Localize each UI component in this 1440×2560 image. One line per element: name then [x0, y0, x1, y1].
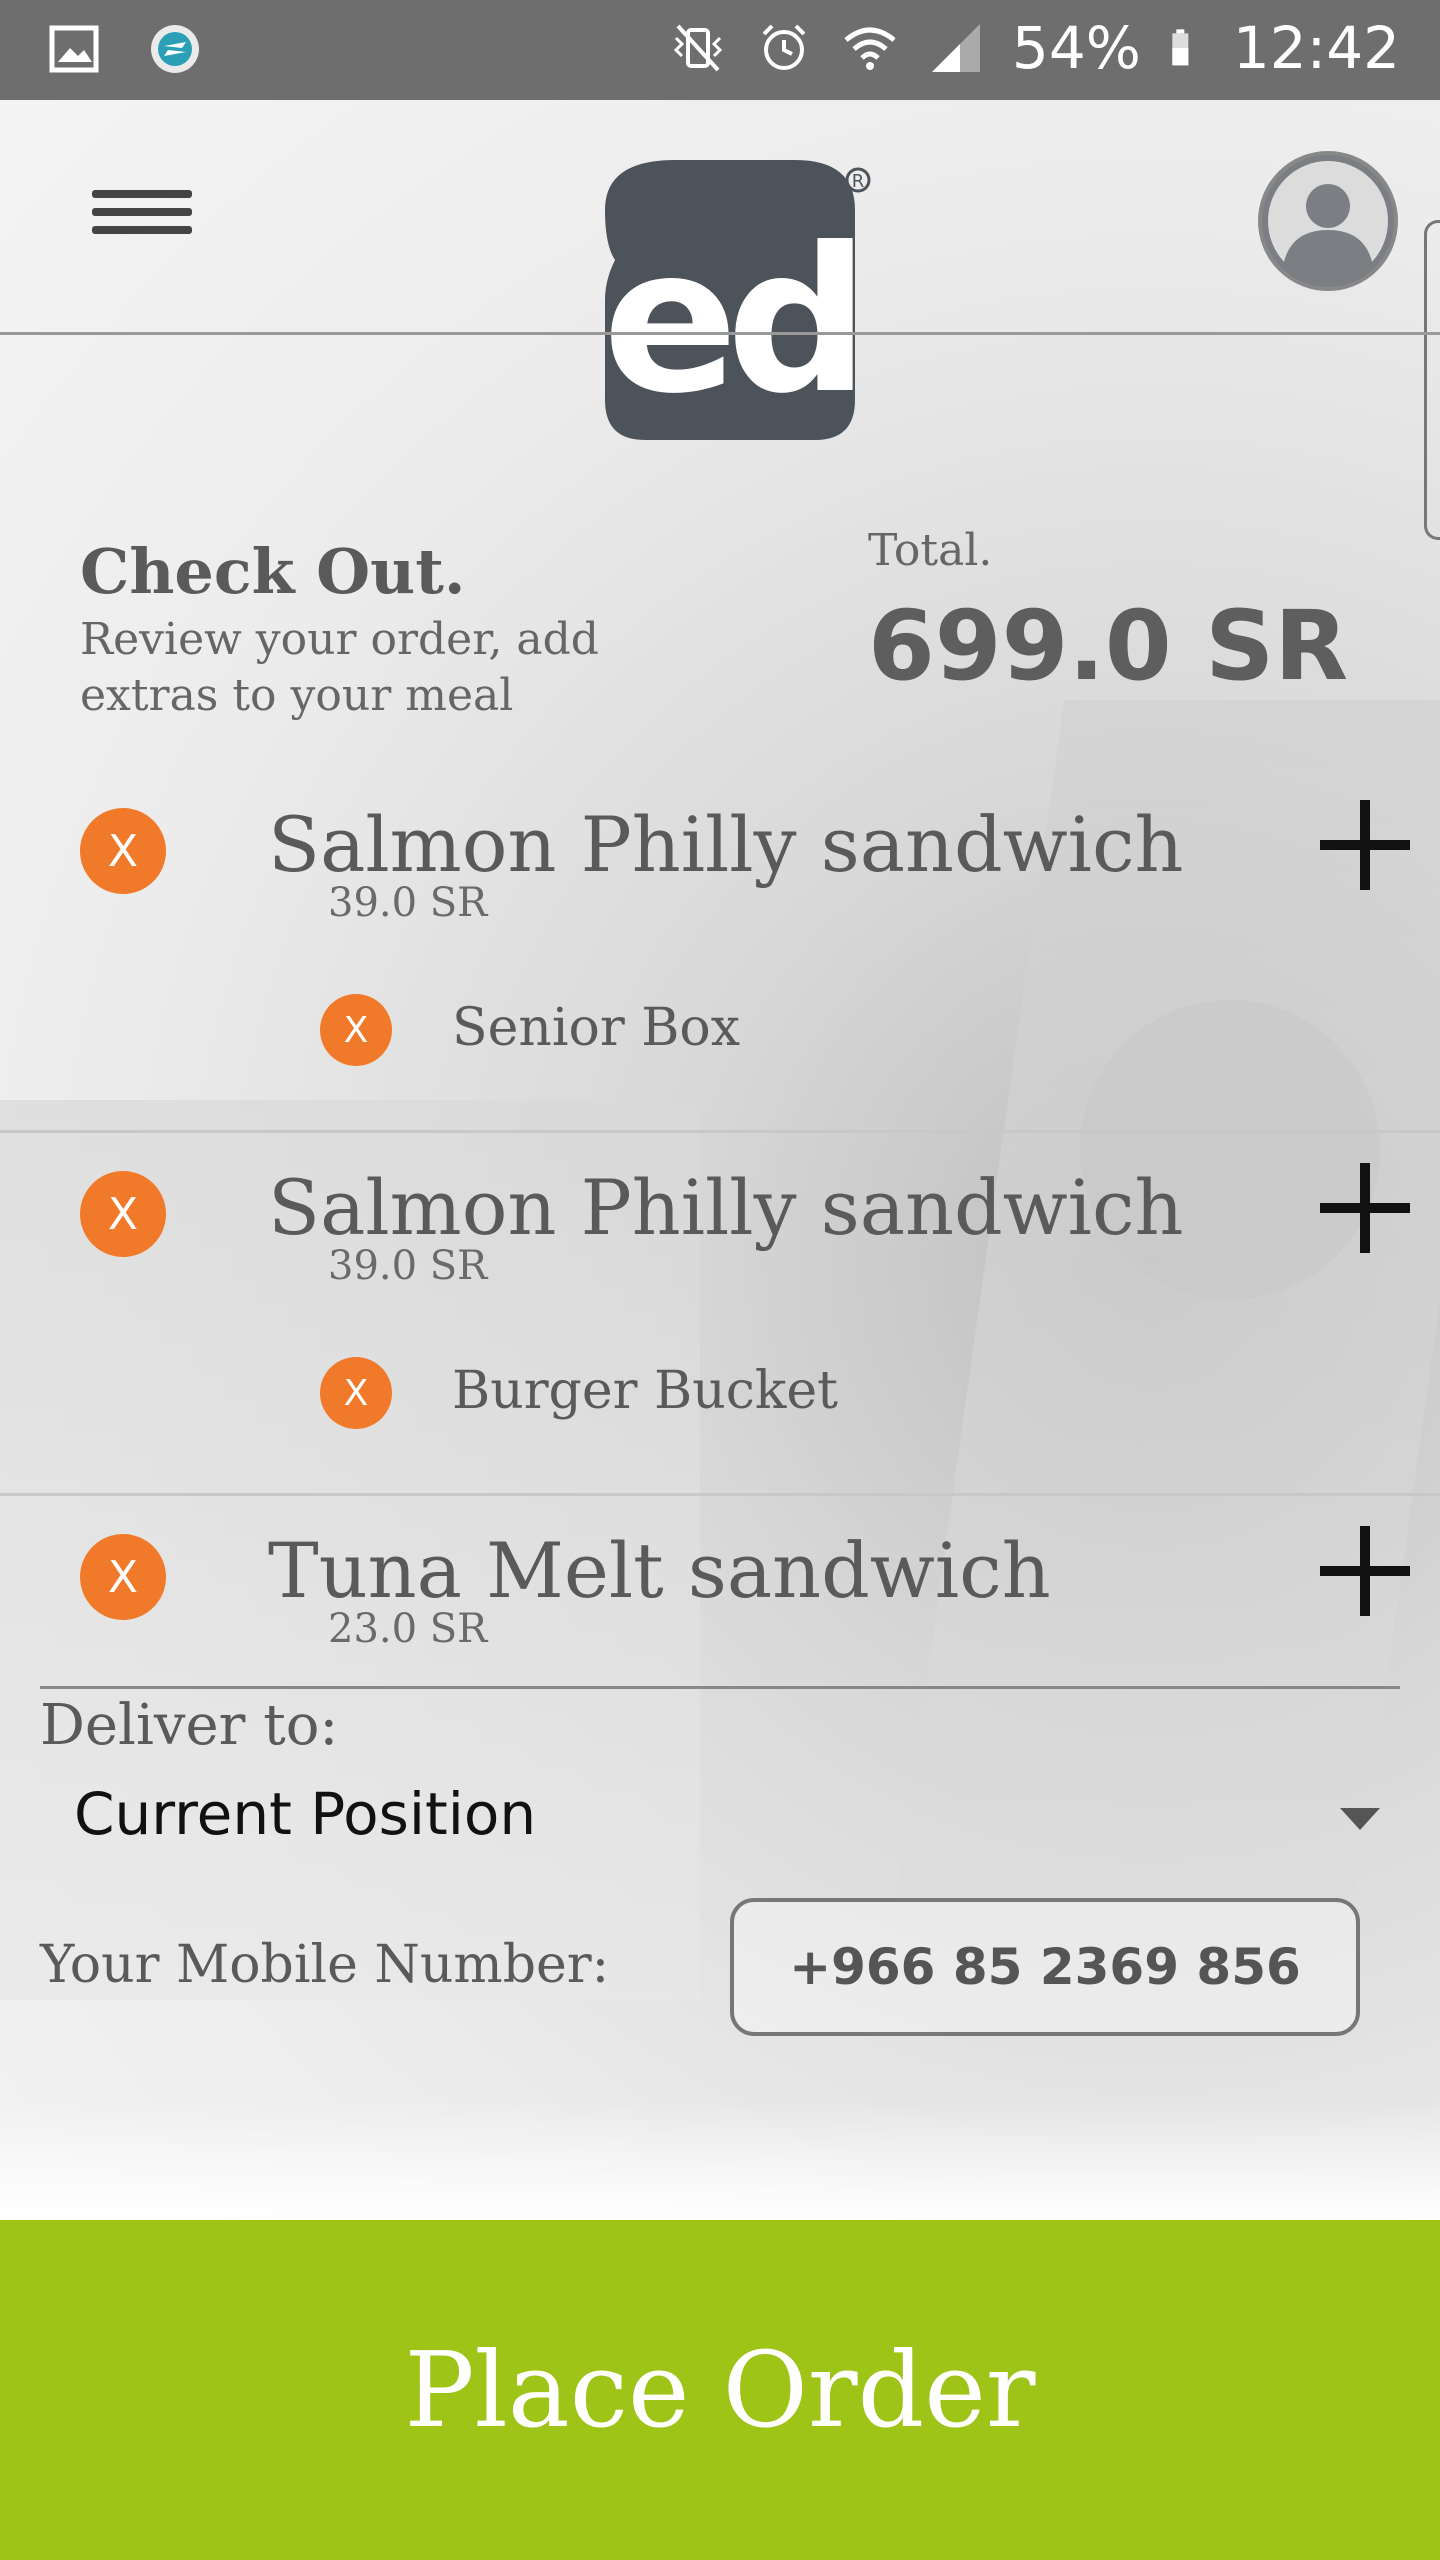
extra-name: Burger Bucket [452, 1361, 839, 1421]
remove-item-button[interactable]: X [80, 1534, 166, 1620]
order-list[interactable]: X Salmon Philly sandwich 39.0 SR X Senio… [0, 770, 1440, 1650]
place-order-button[interactable]: Place Order [0, 2220, 1440, 2560]
item-price: 39.0 SR [328, 880, 488, 926]
deliver-to-value: Current Position [74, 1780, 537, 1848]
remove-item-button[interactable]: X [80, 1171, 166, 1257]
page-subtitle: Review your order, add extras to your me… [80, 614, 599, 721]
signal-icon [931, 24, 980, 72]
side-drawer-handle[interactable] [1424, 220, 1440, 540]
add-extra-button[interactable] [1320, 800, 1410, 890]
dropdown-arrow-icon [1340, 1808, 1380, 1830]
total-label: Total. [868, 525, 993, 576]
menu-button[interactable] [92, 190, 192, 250]
battery-percent: 54% [1011, 14, 1141, 82]
mobile-number-field[interactable]: +966 85 2369 856 [730, 1898, 1360, 2036]
item-price: 39.0 SR [328, 1243, 488, 1289]
alarm-icon [762, 24, 806, 70]
order-item: X Salmon Philly sandwich 39.0 SR X Burge… [0, 1133, 1440, 1496]
svg-text:ed: ed [603, 205, 858, 438]
remove-extra-button[interactable]: X [320, 994, 392, 1066]
item-price: 23.0 SR [328, 1606, 488, 1650]
status-bar: 54% 12:42 [0, 0, 1440, 100]
sync-app-icon [151, 25, 199, 73]
battery-icon [1172, 29, 1189, 66]
ed-logo: ed R [603, 160, 871, 440]
page-title: Check Out. [80, 535, 466, 608]
remove-item-button[interactable]: X [80, 808, 166, 894]
extra-name: Senior Box [452, 998, 741, 1058]
add-extra-button[interactable] [1320, 1526, 1410, 1616]
item-name: Salmon Philly sandwich [268, 800, 1184, 889]
clock-time: 12:42 [1232, 14, 1400, 82]
total-value: 699.0 SR [868, 590, 1349, 702]
item-name: Tuna Melt sandwich [268, 1526, 1051, 1615]
mobile-number-label: Your Mobile Number: [40, 1935, 610, 1995]
svg-text:R: R [852, 171, 865, 192]
order-item: X Salmon Philly sandwich 39.0 SR X Senio… [0, 770, 1440, 1133]
item-name: Salmon Philly sandwich [268, 1163, 1184, 1252]
profile-avatar-icon[interactable] [1255, 148, 1401, 294]
remove-extra-button[interactable]: X [320, 1357, 392, 1429]
gallery-icon [49, 25, 99, 73]
header-divider [0, 332, 1440, 335]
wifi-icon [844, 27, 896, 70]
deliver-to-select[interactable]: Current Position [40, 1768, 1400, 1868]
add-extra-button[interactable] [1320, 1163, 1410, 1253]
deliver-to-label: Deliver to: [40, 1693, 339, 1758]
order-item: X Tuna Melt sandwich 23.0 SR [0, 1496, 1440, 1650]
vibrate-mute-icon [673, 24, 723, 72]
delivery-divider [40, 1686, 1400, 1689]
